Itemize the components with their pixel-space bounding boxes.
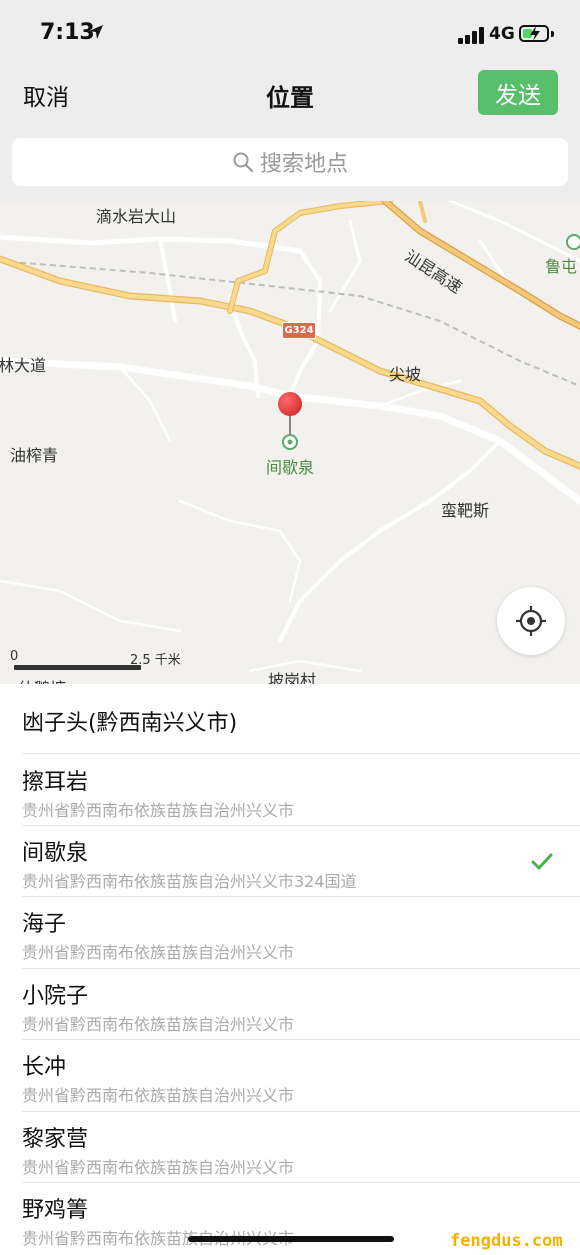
status-bar: 7:13 4G [0, 0, 580, 64]
map-label-dishuiyan: 滴水岩大山 [96, 207, 177, 226]
crosshair-icon [516, 606, 546, 636]
list-item[interactable]: 凼子头(黔西南兴义市) [0, 684, 580, 754]
charging-bolt-icon [530, 26, 540, 41]
list-item[interactable]: 长冲 贵州省黔西南布依族苗族自治州兴义市 [0, 1040, 580, 1112]
network-type: 4G [489, 24, 515, 44]
item-name: 野鸡箐 [22, 1198, 89, 1223]
map-label-luzhuang: 鲁屯 [545, 257, 578, 276]
map-label-lindadao: 林大道 [0, 356, 47, 375]
list-item[interactable]: 黎家营 贵州省黔西南布依族苗族自治州兴义市 [0, 1112, 580, 1183]
battery-cap [551, 31, 554, 37]
item-name: 黎家营 [22, 1127, 89, 1152]
check-icon [531, 853, 553, 870]
cellular-signal-icon [458, 26, 486, 44]
item-address: 贵州省黔西南布依族苗族自治州兴义市324国道 [22, 872, 357, 891]
item-address: 贵州省黔西南布依族苗族自治州兴义市 [22, 943, 295, 962]
watermark: fengdus.com [450, 1231, 563, 1251]
item-address: 贵州省黔西南布依族苗族自治州兴义市 [22, 1086, 295, 1105]
item-address: 贵州省黔西南布依族苗族自治州兴义市 [22, 1158, 295, 1177]
item-name: 擦耳岩 [22, 770, 89, 795]
item-address: 贵州省黔西南布依族苗族自治州兴义市 [22, 801, 295, 820]
scale-bar [14, 665, 141, 670]
location-pin-icon[interactable] [272, 391, 308, 451]
search-input[interactable]: 搜索地点 [12, 138, 568, 186]
list-item[interactable]: 海子 贵州省黔西南布依族苗族自治州兴义市 [0, 897, 580, 969]
item-name: 间歇泉 [22, 841, 89, 866]
item-name: 长冲 [22, 1055, 67, 1080]
map-view[interactable]: 滴水岩大山 汕昆高速 鲁屯 林大道 尖坡 油榨青 蛮靶斯 坡岗村 仙鹅塘 G32… [0, 201, 580, 684]
location-results-list: 凼子头(黔西南兴义市) 擦耳岩 贵州省黔西南布依族苗族自治州兴义市 间歇泉 贵州… [0, 684, 580, 1255]
item-name: 凼子头(黔西南兴义市) [22, 711, 238, 736]
map-label-jianpo: 尖坡 [389, 365, 422, 384]
item-name: 小院子 [22, 984, 89, 1009]
list-item[interactable]: 间歇泉 贵州省黔西南布依族苗族自治州兴义市324国道 [0, 826, 580, 897]
search-icon [233, 152, 254, 173]
list-item[interactable]: 小院子 贵州省黔西南布依族苗族自治州兴义市 [0, 969, 580, 1040]
map-label-youzhaqing: 油榨青 [10, 446, 59, 465]
list-item[interactable]: 擦耳岩 贵州省黔西南布依族苗族自治州兴义市 [0, 754, 580, 826]
map-label-pogangcun: 坡岗村 [268, 671, 317, 684]
map-label-bottom-left: 仙鹅塘 [18, 675, 66, 684]
home-indicator[interactable] [188, 1236, 394, 1242]
item-name: 海子 [22, 912, 67, 937]
search-placeholder: 搜索地点 [259, 152, 348, 177]
item-address: 贵州省黔西南布依族苗族自治州兴义市 [22, 1015, 295, 1034]
map-label-manbasi: 蛮靶斯 [441, 501, 490, 520]
location-arrow-icon [89, 25, 103, 39]
locate-me-button[interactable] [497, 587, 565, 655]
road-shield-g324: G324 [282, 322, 316, 339]
cancel-button[interactable]: 取消 [23, 78, 69, 112]
scale-zero: 0 [10, 649, 19, 664]
status-time: 7:13 [40, 20, 95, 45]
map-poi-jianxiequan: 间歇泉 [266, 458, 315, 477]
send-button[interactable]: 发送 [478, 70, 558, 115]
